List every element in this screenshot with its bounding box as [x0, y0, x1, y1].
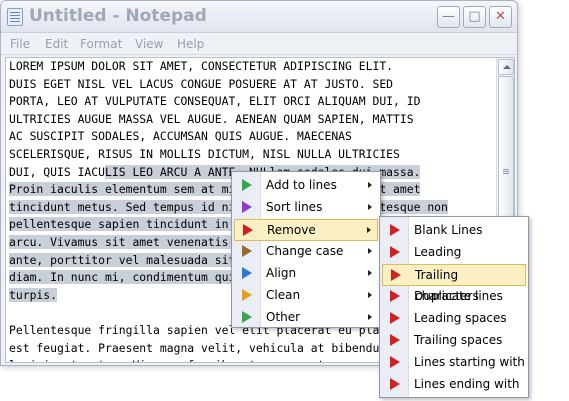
text-run: SCELERISQUE, RISUS IN MOLLIS DICTUM, NIS… — [9, 146, 400, 161]
submenu-item-label: Blank Lines — [414, 223, 483, 237]
text-run: PORTA, LEO AT VULPUTATE CONSEQUAT, ELIT … — [9, 94, 421, 109]
context-menu-item-add-to-lines[interactable]: Add to lines — [234, 175, 378, 197]
submenu-item-label: Trailing spaces — [414, 333, 503, 347]
text-run: AC SUSCIPIT SODALES, ACCUMSAN QUIS AUGUE… — [9, 129, 352, 144]
context-menu-item-label: Other — [266, 310, 301, 324]
scroll-up-button[interactable] — [498, 59, 514, 75]
submenu-arrow-icon — [368, 292, 372, 298]
text-run: DUI, QUIS IACU — [9, 164, 106, 179]
selected-text: tincidunt metus. Sed tempus id nibh a fe… — [9, 199, 448, 214]
notepad-icon — [7, 8, 23, 26]
title-bar[interactable]: Untitled - Notepad — □ ✕ — [1, 1, 517, 33]
gold-triangle-icon — [242, 289, 252, 301]
text-line: PORTA, LEO AT VULPUTATE CONSEQUAT, ELIT … — [9, 93, 494, 111]
text-line: AC SUSCIPIT SODALES, ACCUMSAN QUIS AUGUE… — [9, 128, 494, 146]
red-triangle-icon — [390, 290, 400, 302]
context-menu-item-label: Change case — [266, 244, 344, 258]
submenu-item-trailing-spaces[interactable]: Trailing spaces — [382, 330, 526, 352]
menu-file[interactable]: File — [10, 37, 30, 51]
text-run: lacinia et metus. Vivamus faucibus tempo… — [9, 358, 407, 362]
blue-triangle-icon — [242, 267, 252, 279]
context-menu-item-label: Clean — [266, 288, 301, 302]
submenu-item-blank-lines[interactable]: Blank Lines — [382, 220, 526, 242]
purple-triangle-icon — [242, 201, 252, 213]
context-menu-item-align[interactable]: Align — [234, 263, 378, 285]
submenu-item-leading-characters[interactable]: Leading characters — [382, 242, 526, 280]
close-button[interactable]: ✕ — [489, 6, 512, 28]
green-triangle-icon — [242, 179, 252, 191]
submenu-item-label: Lines starting with — [414, 355, 525, 369]
minimize-button[interactable]: — — [437, 6, 460, 28]
context-menu-item-label: Remove — [267, 223, 316, 237]
green-triangle-icon — [242, 311, 252, 323]
red-triangle-icon — [243, 224, 253, 236]
submenu-arrow-icon — [368, 182, 372, 188]
submenu-item-trailing-characters[interactable]: Trailing characters — [382, 264, 526, 303]
menu-edit[interactable]: Edit — [45, 37, 68, 51]
submenu-arrow-icon — [368, 204, 372, 210]
menu-help[interactable]: Help — [177, 37, 204, 51]
submenu-arrow-icon — [367, 227, 371, 233]
submenu-item-leading-spaces[interactable]: Leading spaces — [382, 308, 526, 330]
text-run: est feugiat. Praesent magna velit, vehic… — [9, 340, 407, 355]
context-menu-item-sort-lines[interactable]: Sort lines — [234, 197, 378, 219]
context-menu-item-other[interactable]: Other — [234, 307, 378, 329]
text-line: SCELERISQUE, RISUS IN MOLLIS DICTUM, NIS… — [9, 146, 494, 164]
red-triangle-icon — [390, 356, 400, 368]
text-line: LOREM IPSUM DOLOR SIT AMET, CONSECTETUR … — [9, 58, 494, 76]
context-menu-item-change-case[interactable]: Change case — [234, 241, 378, 263]
red-triangle-icon — [390, 312, 400, 324]
red-triangle-icon — [390, 246, 400, 258]
text-run: DUIS EGET NISL VEL LACUS CONGUE POSUERE … — [9, 76, 394, 91]
red-triangle-icon — [390, 378, 400, 390]
submenu-item-label: Lines ending with — [414, 377, 520, 391]
remove-submenu: Blank Lines Leading charactersTrailing ch… — [379, 216, 529, 398]
submenu-arrow-icon — [368, 270, 372, 276]
submenu-item-lines-starting-with[interactable]: Lines starting with — [382, 352, 526, 374]
context-menu-item-label: Sort lines — [266, 200, 323, 214]
submenu-arrow-icon — [368, 314, 372, 320]
maximize-button[interactable]: □ — [463, 6, 486, 28]
text-line: DUIS EGET NISL VEL LACUS CONGUE POSUERE … — [9, 76, 494, 94]
submenu-arrow-icon — [368, 248, 372, 254]
red-triangle-icon — [390, 224, 400, 236]
submenu-item-label: Leading spaces — [414, 311, 507, 325]
context-menu: Add to lines Sort lines Remove Change case A… — [231, 171, 381, 328]
menu-view[interactable]: View — [135, 37, 163, 51]
brown-triangle-icon — [242, 245, 252, 257]
context-menu-item-label: Add to lines — [266, 178, 337, 192]
context-menu-item-clean[interactable]: Clean — [234, 285, 378, 307]
text-run: LOREM IPSUM DOLOR SIT AMET, CONSECTETUR … — [9, 59, 394, 73]
red-triangle-icon — [390, 334, 400, 346]
selected-text: turpis. — [9, 287, 58, 302]
submenu-item-duplicate-lines[interactable]: Duplicate lines — [382, 286, 526, 308]
menu-format[interactable]: Format — [80, 37, 122, 51]
red-triangle-icon — [391, 269, 401, 281]
context-menu-item-remove[interactable]: Remove — [234, 219, 378, 241]
text-line: ULTRICIES AUGUE MASSA VEL AUGUE. AENEAN … — [9, 111, 494, 129]
window-title: Untitled - Notepad — [29, 6, 207, 26]
submenu-item-lines-ending-with[interactable]: Lines ending with — [382, 374, 526, 396]
menu-bar: File Edit Format View Help — [1, 33, 517, 55]
context-menu-item-label: Align — [266, 266, 297, 280]
submenu-item-label: Duplicate lines — [414, 289, 503, 303]
text-run: ULTRICIES AUGUE MASSA VEL AUGUE. AENEAN … — [9, 111, 414, 126]
